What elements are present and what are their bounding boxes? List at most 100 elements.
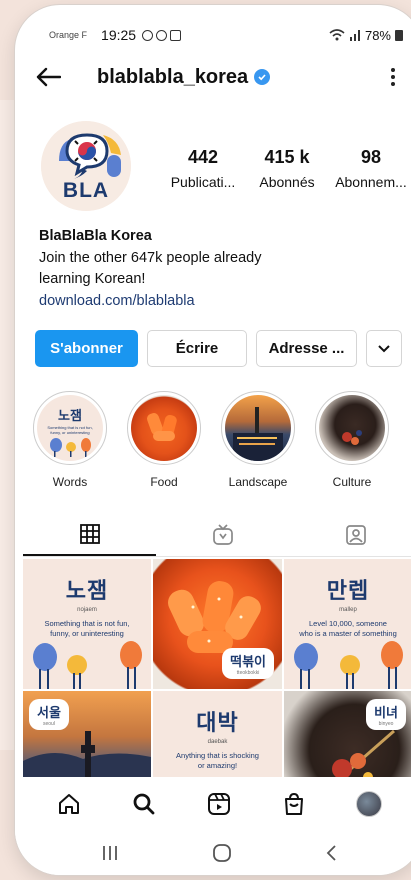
highlight-culture[interactable]: Culture — [315, 391, 389, 489]
followers-count: 415 k — [264, 147, 310, 167]
post-definition-line: Something that is not fun, — [44, 619, 130, 628]
highlight-food[interactable]: Food — [127, 391, 201, 489]
highlight-words-cover: 노잼 Something that is not fun, funny, or … — [37, 395, 103, 461]
post-thumbnail[interactable]: 만렙 mallep Level 10,000, someone who is a … — [284, 559, 411, 689]
story-highlights: 노잼 Something that is not fun, funny, or … — [33, 391, 411, 489]
highlight-label: Food — [150, 475, 178, 489]
gallery-icon — [170, 29, 182, 41]
speech-bubbles-icon — [50, 438, 91, 457]
username-text: blablabla_korea — [97, 65, 249, 88]
post-definition: Anything that is shocking or amazing! — [153, 751, 282, 771]
hairpin-image — [342, 430, 362, 445]
post-label-bubble: 비녀 binyeo — [366, 699, 406, 730]
tab-posts-grid[interactable] — [23, 513, 157, 556]
profile-avatar-icon — [356, 791, 383, 817]
nav-reels[interactable] — [204, 789, 234, 819]
status-bar: Orange F 19:25 78% — [49, 25, 403, 45]
more-options-button[interactable] — [383, 62, 403, 92]
avatar-logo-text: BLA — [62, 179, 110, 202]
followers-stat[interactable]: 415 k Abonnés — [245, 147, 329, 190]
wifi-icon — [329, 29, 345, 41]
screen: Orange F 19:25 78% blablabla_korea BLA 4… — [15, 5, 411, 875]
posts-stat[interactable]: 442 Publicati... — [161, 147, 245, 190]
reels-icon — [207, 793, 230, 815]
highlight-food-cover — [131, 395, 197, 461]
suggestions-button[interactable] — [366, 330, 402, 367]
post-word: 만렙 — [326, 578, 370, 603]
highlight-word-def: Something that is not fun, funny, or uni… — [47, 425, 93, 435]
food-image — [147, 413, 177, 441]
dot-icon — [391, 75, 395, 79]
highlight-words[interactable]: 노잼 Something that is not fun, funny, or … — [33, 391, 107, 489]
nav-search[interactable] — [129, 789, 159, 819]
profile-avatar[interactable]: BLA — [41, 121, 131, 211]
post-label: 떡볶이 — [230, 654, 266, 669]
tab-igtv[interactable] — [156, 513, 289, 556]
post-label-romanization: tteokbokki — [236, 670, 260, 676]
grid-icon — [79, 523, 100, 544]
search-icon — [133, 793, 155, 815]
highlight-label: Landscape — [228, 475, 288, 489]
post-label-romanization: seoul — [42, 721, 55, 727]
post-romanization: mallep — [339, 607, 357, 613]
nav-profile[interactable] — [354, 789, 384, 819]
tagged-person-icon — [346, 524, 367, 545]
recent-apps-button[interactable] — [101, 845, 119, 866]
profile-actions: S'abonner Écrire Adresse ... — [35, 330, 411, 367]
home-system-button[interactable] — [212, 843, 232, 868]
battery-icon — [395, 29, 403, 41]
post-romanization: nojaem — [77, 607, 97, 613]
chevron-left-icon — [326, 844, 336, 861]
bio-line: learning Korean! — [39, 271, 146, 287]
phone-frame: Orange F 19:25 78% blablabla_korea BLA 4… — [14, 4, 411, 876]
post-label-bubble: 서울 seoul — [29, 699, 69, 730]
post-word: 대박 — [196, 710, 239, 735]
bubble-characters-icon — [294, 641, 403, 689]
highlight-label: Culture — [332, 475, 372, 489]
profile-header: blablabla_korea — [35, 59, 403, 95]
bio-name: BlaBlaBla Korea — [39, 228, 152, 244]
followers-label: Abonnés — [259, 174, 315, 190]
following-stat[interactable]: 98 Abonnem... — [329, 147, 411, 190]
post-thumbnail[interactable]: 떡볶이 tteokbokki — [153, 559, 282, 689]
message-button[interactable]: Écrire — [147, 330, 247, 367]
post-definition-line: or amazing! — [197, 761, 238, 770]
post-definition-line: who is a master of something — [299, 629, 397, 638]
bottom-navigation — [15, 777, 411, 831]
address-button[interactable]: Adresse ... — [256, 330, 357, 367]
carrier-name: Orange F — [49, 30, 88, 40]
post-label: 서울 — [37, 705, 61, 720]
chevron-down-icon — [378, 344, 390, 352]
post-label-bubble: 떡볶이 tteokbokki — [222, 648, 274, 679]
highlight-landscape[interactable]: Landscape — [221, 391, 295, 489]
dot-icon — [391, 68, 395, 72]
profile-tabs — [23, 513, 411, 557]
highlight-ring: 노잼 Something that is not fun, funny, or … — [33, 391, 107, 465]
bio-link[interactable]: download.com/blablabla — [39, 291, 369, 313]
dot-icon — [391, 82, 395, 86]
signal-icon — [349, 30, 360, 41]
nav-home[interactable] — [54, 789, 84, 819]
post-thumbnail[interactable]: 노잼 nojaem Something that is not fun, funn… — [23, 559, 151, 689]
verified-badge-icon — [254, 69, 271, 85]
following-count: 98 — [360, 147, 382, 167]
post-definition-line: funny, or uninteresting — [50, 629, 124, 638]
following-label: Abonnem... — [335, 174, 407, 190]
tab-tagged[interactable] — [290, 513, 411, 556]
back-arrow-icon — [36, 67, 61, 87]
highlight-ring — [221, 391, 295, 465]
bio-line: Join the other 647k people already — [39, 249, 262, 266]
post-romanization: daebak — [207, 739, 228, 745]
highlight-ring — [127, 391, 201, 465]
post-label: 비녀 — [374, 705, 398, 720]
nav-shop[interactable] — [279, 789, 309, 819]
recent-apps-icon — [103, 845, 118, 860]
back-button[interactable] — [35, 61, 67, 93]
highlight-landscape-cover — [225, 395, 291, 461]
shopping-bag-icon — [285, 792, 304, 815]
follow-button[interactable]: S'abonner — [35, 330, 138, 367]
status-time: 19:25 — [101, 27, 137, 43]
city-image — [233, 407, 283, 461]
back-system-button[interactable] — [325, 844, 337, 867]
post-definition-line: Anything that is shocking — [176, 751, 259, 760]
